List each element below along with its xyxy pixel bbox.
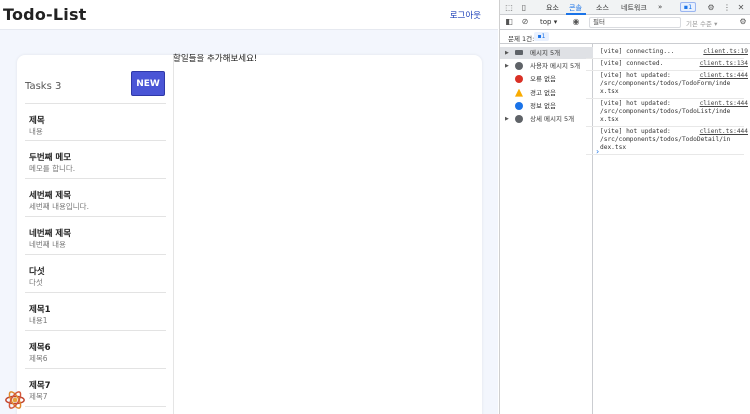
console-sidebar-label: 상세 메시지 5개 [530,115,575,123]
console-log-divider [586,70,744,71]
todo-app: Todo-List 로그아웃 Tasks 3 NEW 제목 내용 두번째 메모 메모를… [0,0,498,414]
todo-item[interactable]: 세번째 제목 세번째 내용입니다. [25,179,166,217]
todo-item[interactable]: 제목7 제목7 [25,369,166,407]
console-log-source-link[interactable]: client.ts:134 [700,60,748,68]
todo-title: 제목1 [29,305,51,315]
console-log-source-link[interactable]: client.ts:444 [700,128,748,136]
user-icon [515,62,523,71]
todo-content: 내용1 [29,316,48,325]
devtools-tabbar: ⬚ ▯ 요소 콘솔 소스 네트워크 » ▪1 ⚙ ⋮ ✕ [500,0,750,15]
console-sidebar-label: 정보 없음 [530,101,556,110]
tab-sources[interactable]: 소스 [596,3,609,13]
todo-title: 제목6 [29,343,51,353]
console-sidebar: ▶ 메시지 5개 ▶ 사용자 메시지 5개오류 없음경고 없음정보 없음 ▶ 상세 메시지… [500,44,593,414]
todo-item[interactable]: 네번째 제목 네번째 내용 [25,217,166,255]
console-log-source-link[interactable]: client.ts:444 [700,72,748,80]
info-icon [515,101,523,110]
todo-content: 세번째 내용입니다. [29,202,89,211]
todo-content: 다섯 [29,278,43,287]
todo-title: 두번째 메모 [29,153,72,163]
device-toolbar-icon[interactable]: ▯ [519,3,529,13]
todo-title: 다섯 [29,267,45,277]
todo-content: 제목6 [29,354,48,363]
console-settings-gear-icon[interactable]: ⚙ [738,17,748,27]
react-query-devtools-icon[interactable] [4,389,26,411]
inspect-element-icon[interactable]: ⬚ [504,3,514,13]
warning-icon [515,88,523,97]
expand-arrow-icon: ▶ [505,116,509,122]
tasks-count: Tasks 3 [25,81,62,92]
tab-elements[interactable]: 요소 [546,3,559,13]
console-log-divider [586,154,744,155]
todo-content: 제목7 [29,392,48,401]
live-expression-eye-icon[interactable]: ◉ [571,17,581,27]
todo-item[interactable]: 제목 내용 [25,103,166,141]
todo-sidebar: Tasks 3 NEW 제목 내용 두번째 메모 메모를 합니다. 세번째 제목 세번째 … [17,55,174,414]
todo-item[interactable]: 다섯 다섯 [25,255,166,293]
console-log-divider [586,126,744,127]
tasks-header: Tasks 3 NEW [17,55,174,103]
error-icon [515,75,523,84]
todo-list: 제목 내용 두번째 메모 메모를 합니다. 세번째 제목 세번째 내용입니다. 네번째 제목… [17,103,174,407]
todo-content: 네번째 내용 [29,240,66,249]
todo-title: 제목7 [29,381,51,391]
tab-console[interactable]: 콘솔 [569,3,582,13]
todo-item[interactable]: 두번째 메모 메모를 합니다. [25,141,166,179]
list-icon [515,50,523,55]
app-header: Todo-List 로그아웃 [0,0,498,30]
new-todo-button[interactable]: NEW [131,71,165,96]
console-sidebar-label: 사용자 메시지 5개 [530,62,581,71]
context-selector[interactable]: top ▾ [540,18,557,26]
issues-label: 문제 1건: [508,35,535,43]
expand-arrow-icon: ▶ [505,50,509,56]
app-title: Todo-List [3,5,87,24]
console-output: › [vite] connecting... client.ts:19 [vite]… [586,44,750,414]
expand-arrow-icon: ▶ [505,63,509,70]
more-options-icon[interactable]: ⋮ [722,3,732,13]
console-sidebar-item[interactable]: ▶ 상세 메시지 5개 [500,113,593,125]
close-icon[interactable]: ✕ [736,3,746,13]
console-sidebar-item[interactable]: 경고 없음 [500,87,593,99]
issues-count-badge: ▪1 [534,32,549,41]
issues-badge[interactable]: ▪1 [680,2,696,12]
todo-title: 네번째 제목 [29,229,72,239]
devtools-panel: ⬚ ▯ 요소 콘솔 소스 네트워크 » ▪1 ⚙ ⋮ ✕ ◧ ⊘ top ▾ ◉… [499,0,750,414]
console-log-divider [586,98,744,99]
todo-item[interactable]: 제목6 제목6 [25,331,166,369]
sidebar-toggle-icon[interactable]: ◧ [504,17,514,27]
issues-bar[interactable]: 문제 1건: ▪1 [500,30,750,44]
bug-icon [515,115,523,123]
todo-card: Tasks 3 NEW 제목 내용 두번째 메모 메모를 합니다. 세번째 제목 세번째 … [17,54,482,414]
empty-detail-message: 할일들을 추가해보세요! [173,54,258,64]
screen: Todo-List 로그아웃 Tasks 3 NEW 제목 내용 두번째 메모 메모를… [0,0,750,414]
logout-link[interactable]: 로그아웃 [450,9,481,21]
console-log-entry: [vite] hot updated: /src/components/todo… [600,128,748,152]
console-log-entry: [vite] connecting... client.ts:19 [600,48,748,56]
todo-title: 세번째 제목 [29,191,72,201]
console-sidebar-label: 경고 없음 [530,88,556,97]
console-sidebar-item[interactable]: ▶ 사용자 메시지 5개 [500,60,593,72]
tab-network[interactable]: 네트워크 [621,3,647,13]
todo-title: 제목 [29,116,45,126]
console-sidebar-item[interactable]: 정보 없음 [500,100,593,112]
settings-gear-icon[interactable]: ⚙ [706,3,716,13]
console-sidebar-item[interactable]: 오류 없음 [500,73,593,85]
console-sidebar-item[interactable]: ▶ 메시지 5개 [500,47,593,59]
console-log-entry: [vite] connected. client.ts:134 [600,60,748,68]
console-log-source-link[interactable]: client.ts:19 [703,48,748,56]
clear-console-icon[interactable]: ⊘ [520,17,530,27]
todo-content: 메모를 합니다. [29,164,76,173]
more-tabs-icon[interactable]: » [658,3,662,11]
todo-item[interactable]: 제목1 내용1 [25,293,166,331]
console-filter-input[interactable]: 필터 [589,17,681,28]
console-sidebar-label: 오류 없음 [530,75,556,84]
console-log-entry: [vite] hot updated: /src/components/todo… [600,72,748,96]
console-log-entry: [vite] hot updated: /src/components/todo… [600,100,748,124]
log-levels-dropdown[interactable]: 기본 수준 ▾ [686,18,717,28]
console-log-divider [586,58,744,59]
todo-content: 내용 [29,127,43,136]
console-sidebar-label: 메시지 5개 [530,49,561,57]
console-toolbar: ◧ ⊘ top ▾ ◉ 필터 기본 수준 ▾ ⚙ [500,15,750,30]
console-log-source-link[interactable]: client.ts:444 [700,100,748,108]
